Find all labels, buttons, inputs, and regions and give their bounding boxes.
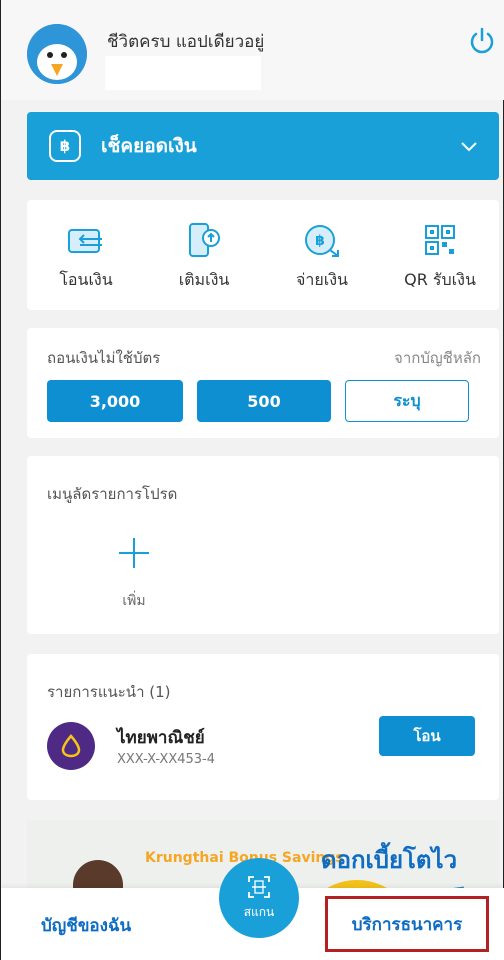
transfer-action[interactable]: โอนเงิน: [27, 200, 145, 310]
transfer-icon: [68, 229, 102, 253]
source-account-label[interactable]: จากบัญชีหลัก: [394, 346, 481, 370]
power-icon[interactable]: [467, 26, 497, 56]
topup-action[interactable]: เติมเงิน: [145, 200, 263, 310]
pay-icon: ฿: [305, 225, 339, 257]
quick-actions: โอนเงิน เติมเงิน ฿ จ่ายเงิน QR รับเงิน: [27, 200, 499, 310]
greeting-text: ชีวิตครบ แอปเดียวอยู่: [107, 32, 265, 52]
cardless-withdrawal: ถอนเงินไม่ใช้บัตร จากบัญชีหลัก 3,000 500…: [27, 328, 499, 438]
transfer-button[interactable]: โอน: [379, 716, 475, 756]
baht-icon: ฿: [49, 130, 81, 162]
favorites-title: เมนูลัดรายการโปรด: [47, 485, 178, 503]
cardless-title: ถอนเงินไม่ใช้บัตร: [47, 349, 161, 367]
plus-icon[interactable]: [117, 536, 151, 570]
transfer-label: โอนเงิน: [59, 270, 113, 289]
scb-bank-icon: [47, 722, 95, 770]
suggested-transactions: รายการแนะนำ (1) ไทยพาณิชย์ XXX-X-XX453-4…: [27, 654, 499, 800]
check-balance-bar[interactable]: ฿ เช็คยอดเงิน: [27, 112, 499, 180]
user-name-placeholder: [105, 56, 261, 90]
nav-bank-services[interactable]: บริการธนาคาร: [325, 896, 489, 952]
custom-amount-button[interactable]: ระบุ: [345, 380, 469, 422]
add-favorite-label[interactable]: เพิ่ม: [117, 590, 151, 612]
topup-icon: [189, 223, 220, 257]
pay-label: จ่ายเงิน: [296, 270, 348, 289]
scan-icon: [248, 875, 270, 898]
chevron-down-icon[interactable]: [459, 136, 479, 156]
scan-label: สแกน: [243, 904, 275, 919]
qr-icon: [425, 225, 455, 255]
scan-button[interactable]: สแกน: [219, 858, 299, 938]
app-header: ชีวิตครบ แอปเดียวอยู่: [1, 0, 504, 100]
amount-button-500[interactable]: 500: [197, 380, 331, 422]
amount-button-3000[interactable]: 3,000: [47, 380, 183, 422]
topup-label: เติมเงิน: [178, 270, 230, 289]
bank-name: ไทยพาณิชย์: [117, 728, 205, 748]
app-frame: ชีวิตครบ แอปเดียวอยู่ ฿ เช็คยอดเงิน โอนเ…: [0, 0, 504, 960]
qr-receive-label: QR รับเงิน: [404, 270, 476, 289]
check-balance-label: เช็คยอดเงิน: [101, 135, 197, 157]
banner-title: ดอกเบี้ยโตไว: [321, 846, 458, 874]
pay-action[interactable]: ฿ จ่ายเงิน: [263, 200, 381, 310]
avatar[interactable]: [27, 24, 87, 84]
nav-my-accounts[interactable]: บัญชีของฉัน: [41, 912, 131, 939]
favorite-shortcuts: เมนูลัดรายการโปรด เพิ่ม: [27, 456, 499, 634]
svg-text:฿: ฿: [315, 233, 325, 249]
suggested-title: รายการแนะนำ (1): [47, 683, 171, 701]
account-number: XXX-X-XX453-4: [117, 752, 216, 767]
qr-receive-action[interactable]: QR รับเงิน: [381, 200, 499, 310]
